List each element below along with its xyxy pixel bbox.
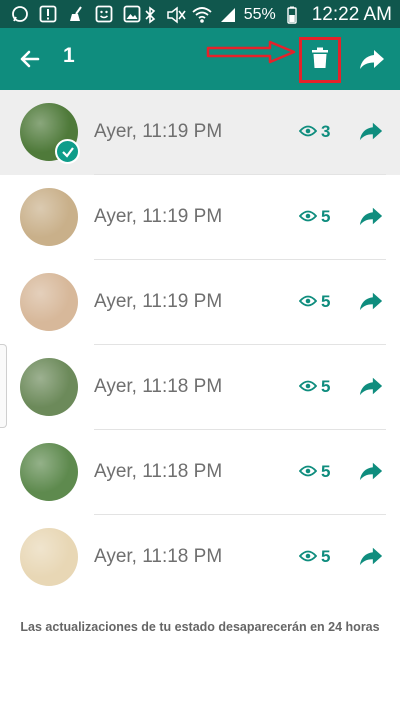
- battery-percent: 55%: [243, 6, 276, 23]
- status-thumbnail: [20, 528, 78, 586]
- status-row-1[interactable]: Ayer, 11:19 PM 5: [0, 175, 400, 260]
- status-bar: 55% 12:22 AM: [0, 0, 400, 28]
- status-row-2[interactable]: Ayer, 11:19 PM 5: [0, 260, 400, 345]
- status-row-4[interactable]: Ayer, 11:18 PM 5: [0, 430, 400, 515]
- eye-icon: [298, 122, 318, 142]
- bluetooth-icon: [140, 5, 160, 25]
- view-count-value: 5: [321, 462, 331, 481]
- status-time: Ayer, 11:18 PM: [94, 546, 223, 567]
- selected-count: 1: [63, 44, 75, 67]
- status-thumbnail: [20, 443, 78, 501]
- clock: 12:22 AM: [311, 4, 392, 25]
- status-time: Ayer, 11:19 PM: [94, 291, 223, 312]
- forward-icon[interactable]: [358, 544, 384, 568]
- view-count[interactable]: 5: [298, 207, 331, 227]
- mute-icon: [166, 5, 186, 25]
- forward-icon[interactable]: [358, 45, 386, 73]
- view-count[interactable]: 5: [298, 462, 331, 482]
- forward-icon[interactable]: [358, 289, 384, 313]
- status-time: Ayer, 11:19 PM: [94, 206, 223, 227]
- selection-app-bar: 1: [0, 28, 400, 90]
- eye-icon: [298, 377, 318, 397]
- status-thumbnail: [20, 358, 78, 416]
- notification-icons: [10, 4, 142, 24]
- view-count-value: 5: [321, 292, 331, 311]
- forward-icon[interactable]: [358, 119, 384, 143]
- status-time: Ayer, 11:18 PM: [94, 461, 223, 482]
- face-icon: [94, 4, 114, 24]
- view-count-value: 5: [321, 207, 331, 226]
- eye-icon: [298, 292, 318, 312]
- forward-icon[interactable]: [358, 374, 384, 398]
- status-row-5[interactable]: Ayer, 11:18 PM 5: [0, 515, 400, 600]
- status-updates-list: Ayer, 11:19 PM 3 Ayer, 11:19 PM 5 Ayer, …: [0, 90, 400, 600]
- view-count-value: 5: [321, 547, 331, 566]
- forward-icon[interactable]: [358, 204, 384, 228]
- eye-icon: [298, 207, 318, 227]
- broom-icon: [66, 4, 86, 24]
- status-time: Ayer, 11:19 PM: [94, 121, 223, 142]
- view-count-value: 5: [321, 377, 331, 396]
- eye-icon: [298, 462, 318, 482]
- status-row-0[interactable]: Ayer, 11:19 PM 3: [0, 90, 400, 175]
- signal-icon: [218, 5, 238, 25]
- system-icons: 55% 12:22 AM: [140, 4, 392, 26]
- status-row-3[interactable]: Ayer, 11:18 PM 5: [0, 345, 400, 430]
- view-count[interactable]: 5: [298, 377, 331, 397]
- delete-button[interactable]: [299, 37, 341, 83]
- eye-icon: [298, 547, 318, 567]
- status-time: Ayer, 11:18 PM: [94, 376, 223, 397]
- whatsapp-icon: [10, 4, 30, 24]
- view-count-value: 3: [321, 122, 331, 141]
- view-count[interactable]: 5: [298, 547, 331, 567]
- alert-icon: [38, 4, 58, 24]
- view-count[interactable]: 3: [298, 122, 331, 142]
- status-thumbnail: [20, 273, 78, 331]
- view-count[interactable]: 5: [298, 292, 331, 312]
- trash-icon: [311, 47, 329, 74]
- status-thumbnail: [20, 188, 78, 246]
- battery-icon: [282, 5, 302, 25]
- status-expiry-note: Las actualizaciones de tu estado desapar…: [20, 620, 380, 634]
- annotation-arrow: [206, 40, 298, 64]
- check-icon: [55, 139, 80, 164]
- back-arrow-icon[interactable]: [16, 45, 44, 73]
- side-panel-handle[interactable]: [0, 344, 7, 428]
- wifi-icon: [192, 5, 212, 25]
- forward-icon[interactable]: [358, 459, 384, 483]
